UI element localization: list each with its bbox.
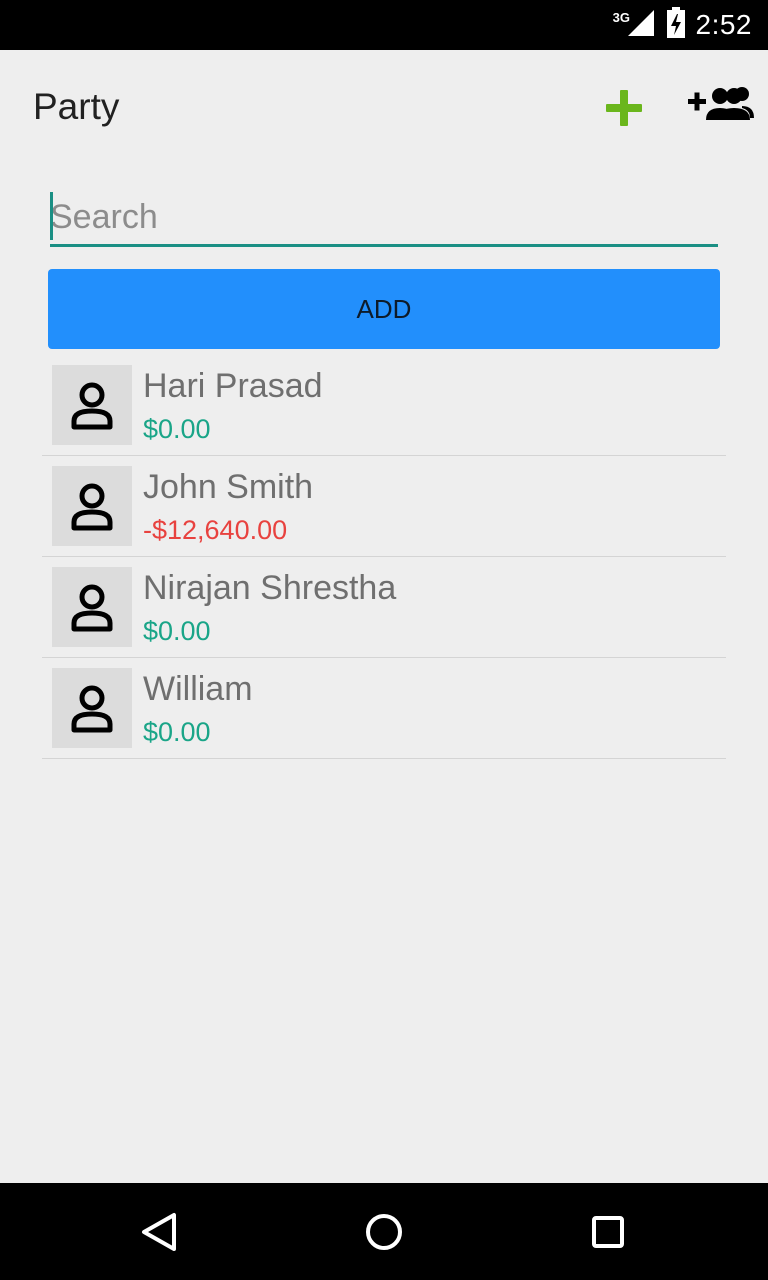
avatar — [52, 365, 132, 445]
battery-icon — [666, 6, 686, 44]
recents-icon — [583, 1216, 633, 1261]
party-list: Hari Prasad $0.00 John Smith -$12,640.00… — [42, 355, 726, 759]
page-title: Party — [33, 86, 120, 127]
add-party-button[interactable] — [600, 84, 648, 132]
avatar — [52, 567, 132, 647]
back-button[interactable] — [134, 1207, 184, 1257]
home-icon — [359, 1214, 409, 1261]
party-name: John Smith — [143, 468, 314, 506]
party-name: Nirajan Shrestha — [143, 569, 397, 607]
recents-button[interactable] — [583, 1207, 633, 1257]
party-name: William — [143, 670, 253, 708]
signal-icon — [626, 8, 656, 43]
home-button[interactable] — [359, 1207, 409, 1257]
list-item[interactable]: John Smith -$12,640.00 — [42, 456, 726, 557]
party-balance: $0.00 — [143, 414, 211, 444]
back-icon — [134, 1213, 184, 1261]
list-item[interactable]: Hari Prasad $0.00 — [42, 355, 726, 456]
party-name: Hari Prasad — [143, 367, 323, 405]
clock: 2:52 — [695, 9, 752, 40]
avatar — [52, 466, 132, 546]
party-balance: $0.00 — [143, 717, 211, 747]
navigation-bar — [0, 1183, 768, 1280]
group-add-icon — [684, 87, 756, 134]
search-field[interactable] — [50, 190, 718, 248]
status-icons: 2:52 — [626, 0, 753, 50]
party-balance: $0.00 — [143, 616, 211, 646]
status-bar: 3G 2:52 — [0, 0, 768, 50]
search-input[interactable] — [50, 190, 718, 247]
app-bar: Party — [0, 50, 768, 165]
list-item[interactable]: Nirajan Shrestha $0.00 — [42, 557, 726, 658]
add-group-button[interactable] — [684, 82, 756, 130]
plus-icon — [600, 90, 648, 136]
avatar — [52, 668, 132, 748]
party-balance: -$12,640.00 — [143, 515, 288, 545]
list-item[interactable]: William $0.00 — [42, 658, 726, 759]
add-button[interactable]: ADD — [48, 269, 720, 349]
text-cursor — [50, 192, 53, 240]
